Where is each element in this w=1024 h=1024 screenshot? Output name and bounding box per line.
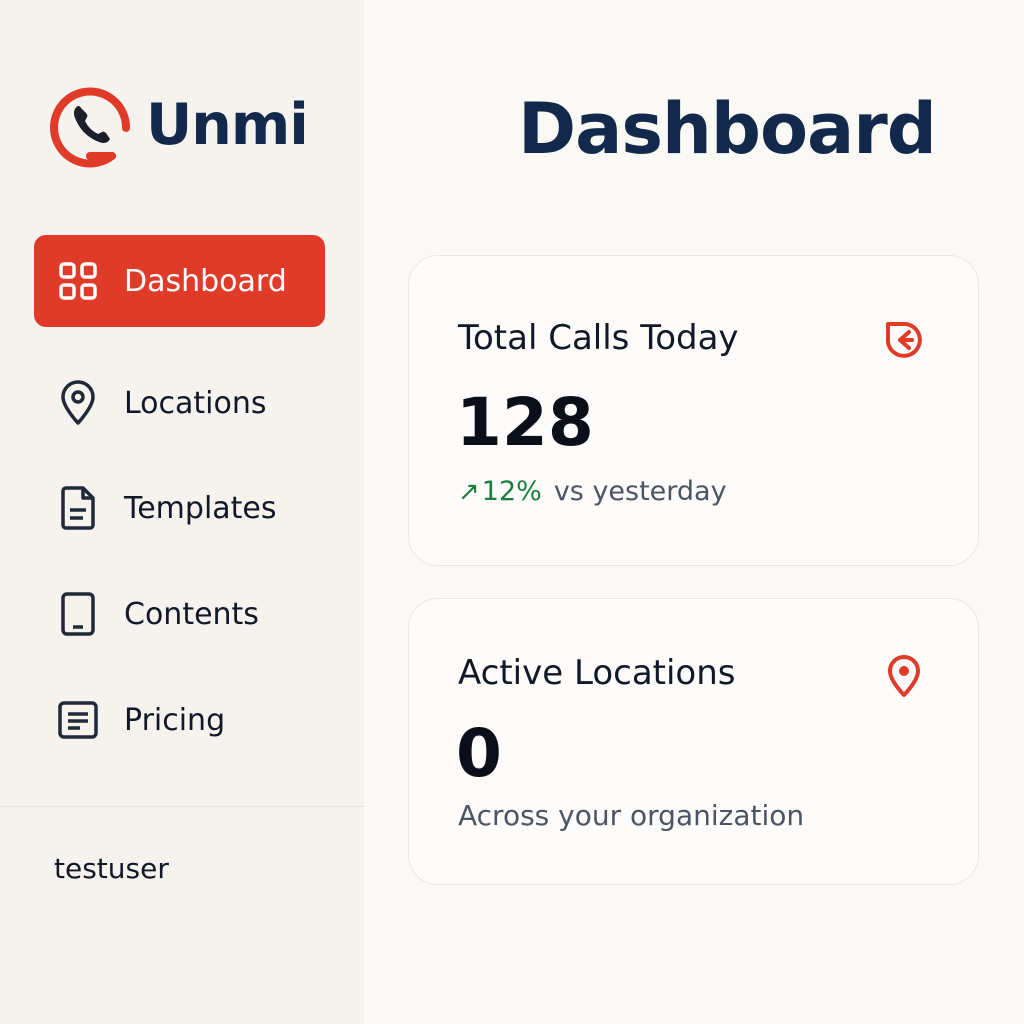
grid-icon — [54, 257, 102, 305]
sidebar-item-label: Locations — [124, 385, 267, 421]
trend-caption: vs yesterday — [553, 476, 727, 507]
card-subtitle: ↗ 12% vs yesterday — [458, 476, 727, 507]
sidebar-item-label: Dashboard — [124, 263, 287, 299]
sidebar-item-pricing[interactable]: Pricing — [34, 674, 325, 766]
sidebar-item-templates[interactable]: Templates — [34, 462, 325, 554]
total-calls-card: Total Calls Today 128 ↗ 12% vs yesterday — [408, 255, 979, 566]
call-tag-icon — [886, 322, 922, 358]
location-pin-icon — [888, 655, 920, 697]
trend-indicator: ↗ 12% — [458, 476, 542, 507]
card-title: Active Locations — [458, 653, 736, 693]
sidebar: Unmi Dashboard Locations Templates Conte… — [0, 0, 364, 1024]
sidebar-item-label: Templates — [124, 490, 277, 526]
brand-name: Unmi — [146, 92, 309, 158]
trend-up-icon: ↗ — [458, 477, 480, 507]
card-title: Total Calls Today — [458, 318, 739, 358]
sidebar-item-dashboard[interactable]: Dashboard — [34, 235, 325, 327]
total-calls-value: 128 — [456, 384, 594, 461]
sidebar-divider — [0, 806, 364, 807]
sidebar-item-label: Contents — [124, 596, 259, 632]
tablet-icon — [54, 590, 102, 638]
phone-ring-logo-icon — [50, 87, 131, 168]
page-title: Dashboard — [518, 88, 937, 170]
sidebar-item-label: Pricing — [124, 702, 226, 738]
sidebar-item-contents[interactable]: Contents — [34, 568, 325, 660]
card-subtitle: Across your organization — [458, 799, 805, 832]
document-icon — [54, 484, 102, 532]
trend-value: 12% — [481, 476, 542, 507]
map-pin-icon — [54, 379, 102, 427]
list-icon — [54, 696, 102, 744]
sidebar-item-locations[interactable]: Locations — [34, 357, 325, 449]
user-name[interactable]: testuser — [54, 852, 169, 885]
brand[interactable]: Unmi — [50, 82, 309, 168]
active-locations-card: Active Locations 0 Across your organizat… — [408, 598, 979, 885]
active-locations-value: 0 — [456, 715, 502, 792]
